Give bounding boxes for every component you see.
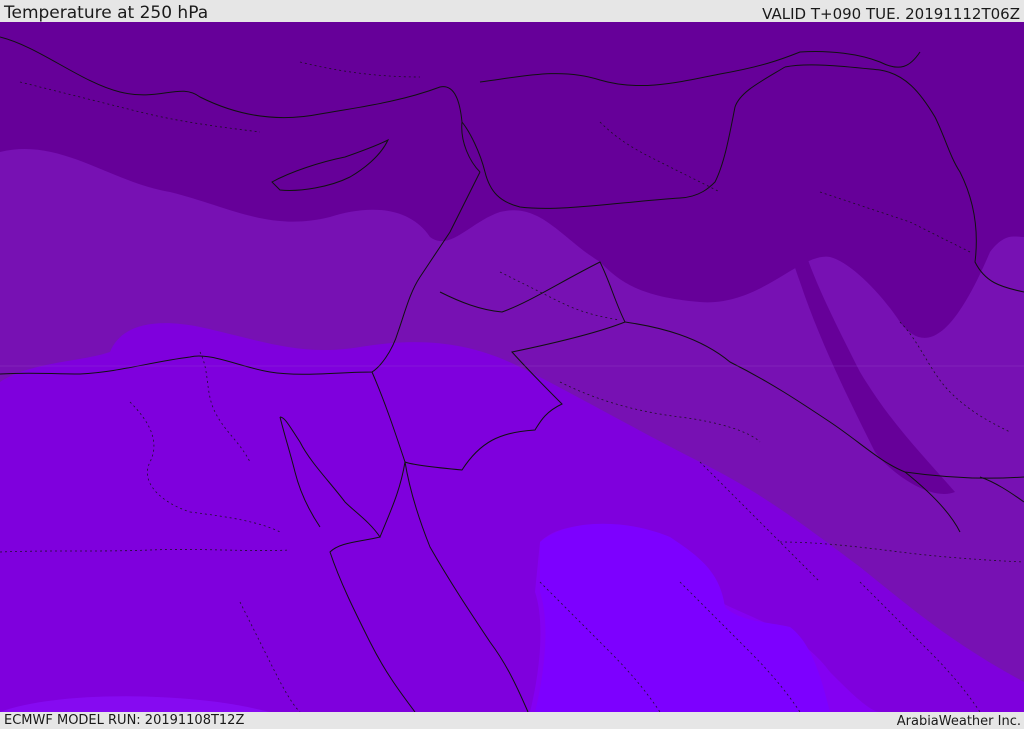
map-title: Temperature at 250 hPa (4, 3, 209, 23)
model-run-label: ECMWF MODEL RUN: 20191108T12Z (4, 713, 245, 728)
footer-bar: ECMWF MODEL RUN: 20191108T12Z ArabiaWeat… (0, 712, 1024, 729)
weather-map-frame: Temperature at 250 hPa VALID T+090 TUE. … (0, 0, 1024, 729)
credit-label: ArabiaWeather Inc. (896, 714, 1021, 729)
valid-time-label: VALID T+090 TUE. 20191112T06Z (762, 5, 1020, 23)
temperature-map (0, 22, 1024, 712)
header-bar: Temperature at 250 hPa VALID T+090 TUE. … (0, 0, 1024, 23)
map-area (0, 22, 1024, 712)
